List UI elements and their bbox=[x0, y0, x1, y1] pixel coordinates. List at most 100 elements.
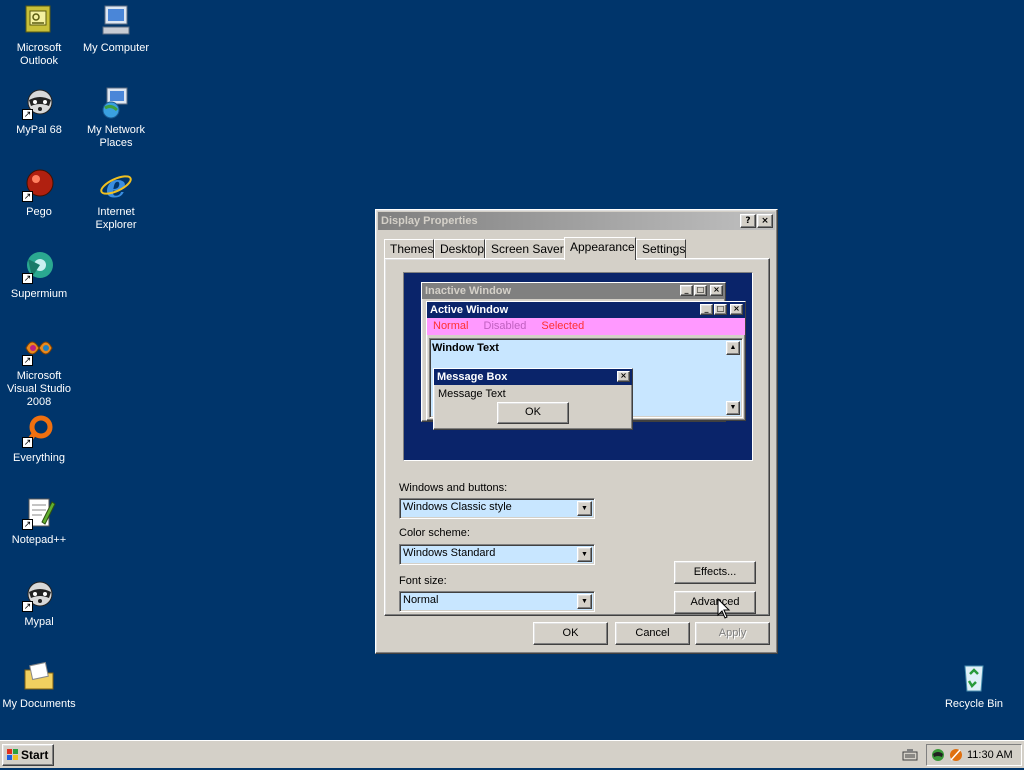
font-size-label: Font size: bbox=[399, 575, 447, 587]
inactive-window-title: Inactive Window bbox=[425, 285, 512, 297]
active-window-caption: Active Window _ □ × bbox=[427, 302, 745, 318]
windows-buttons-select[interactable]: Windows Classic style ▼ bbox=[399, 498, 595, 519]
desktop-icon-label: My Documents bbox=[2, 698, 76, 710]
font-size-select[interactable]: Normal ▼ bbox=[399, 591, 595, 612]
window-text: Window Text bbox=[432, 342, 499, 354]
close-icon: × bbox=[617, 371, 630, 382]
display-properties-dialog: Display Properties ? × Themes Desktop Sc… bbox=[375, 209, 778, 654]
shortcut-arrow-icon: ↗ bbox=[22, 437, 33, 448]
advanced-button[interactable]: Advanced bbox=[674, 591, 756, 614]
desktop-icon-network-places[interactable]: My Network Places bbox=[77, 86, 155, 150]
visual-studio-icon: ↗ bbox=[22, 332, 56, 366]
my-computer-icon bbox=[99, 4, 133, 38]
windows-buttons-label: Windows and buttons: bbox=[399, 482, 508, 494]
recycle-bin-icon bbox=[957, 660, 991, 694]
start-button[interactable]: Start bbox=[2, 744, 54, 766]
start-label: Start bbox=[21, 748, 49, 762]
desktop-icon-label: Microsoft Outlook bbox=[16, 42, 62, 67]
desktop-icon-label: Notepad++ bbox=[11, 534, 67, 546]
shortcut-arrow-icon: ↗ bbox=[22, 191, 33, 202]
outlook-icon bbox=[22, 4, 56, 38]
menu-normal: Normal bbox=[433, 320, 469, 332]
shortcut-arrow-icon: ↗ bbox=[22, 109, 33, 120]
network-tray-icon[interactable] bbox=[947, 747, 963, 763]
desktop-icon-label: Recycle Bin bbox=[944, 698, 1004, 710]
ok-button[interactable]: OK bbox=[533, 622, 608, 645]
dialog-title: Display Properties bbox=[381, 215, 478, 227]
tab-appearance[interactable]: Appearance bbox=[564, 237, 636, 260]
pego-icon: ↗ bbox=[22, 168, 56, 202]
minimize-icon: _ bbox=[700, 304, 713, 315]
desktop-icon-label: MyPal 68 bbox=[16, 124, 62, 136]
windows-logo-icon bbox=[6, 748, 20, 762]
shortcut-arrow-icon: ↗ bbox=[22, 273, 33, 284]
active-window-title: Active Window bbox=[430, 304, 509, 316]
minimize-icon: _ bbox=[680, 285, 693, 296]
message-box-caption: Message Box × bbox=[434, 369, 632, 385]
desktop-icon-recycle-bin[interactable]: Recycle Bin bbox=[935, 660, 1013, 711]
clock[interactable]: 11:30 AM bbox=[967, 745, 1013, 765]
network-globe-icon bbox=[99, 86, 133, 120]
keyboard-icon[interactable] bbox=[902, 748, 918, 762]
desktop-icon-pego[interactable]: ↗ Pego bbox=[0, 168, 78, 219]
message-box-title: Message Box bbox=[437, 371, 508, 383]
appearance-preview: Inactive Window _ □ × Active Window _ □ … bbox=[403, 272, 753, 461]
tab-screen-saver[interactable]: Screen Saver bbox=[485, 239, 565, 259]
dropdown-arrow-icon[interactable]: ▼ bbox=[577, 594, 592, 609]
raccoon-tray-icon[interactable] bbox=[930, 747, 946, 763]
font-size-value: Normal bbox=[403, 594, 439, 606]
inactive-window-caption: Inactive Window _ □ × bbox=[422, 283, 725, 299]
desktop-icon-my-documents[interactable]: My Documents bbox=[0, 660, 78, 711]
color-scheme-label: Color scheme: bbox=[399, 527, 470, 539]
mouse-cursor-icon bbox=[717, 597, 731, 620]
scroll-up-icon: ▲ bbox=[726, 341, 740, 355]
apply-button[interactable]: Apply bbox=[695, 622, 770, 645]
close-icon: × bbox=[710, 285, 723, 296]
folder-icon bbox=[22, 660, 56, 694]
color-scheme-select[interactable]: Windows Standard ▼ bbox=[399, 544, 595, 565]
preview-message-box: Message Box × Message Text OK bbox=[433, 368, 633, 430]
shortcut-arrow-icon: ↗ bbox=[22, 601, 33, 612]
desktop-icon-label: Pego bbox=[26, 206, 52, 218]
taskbar: Start 11:30 AM bbox=[0, 740, 1024, 768]
preview-ok-button: OK bbox=[497, 402, 569, 424]
maximize-icon: □ bbox=[694, 285, 707, 296]
raccoon-icon: ↗ bbox=[22, 578, 56, 612]
scroll-down-icon: ▼ bbox=[726, 401, 740, 415]
svg-text:e: e bbox=[106, 168, 126, 202]
close-button[interactable]: × bbox=[757, 214, 773, 228]
raccoon-icon: ↗ bbox=[22, 86, 56, 120]
desktop-icon-label: My Network Places bbox=[86, 124, 146, 149]
desktop-icon-internet-explorer[interactable]: e Internet Explorer bbox=[77, 167, 155, 232]
desktop-icon-supermium[interactable]: ↗ Supermium bbox=[0, 250, 78, 301]
tab-desktop[interactable]: Desktop bbox=[434, 239, 485, 259]
effects-button[interactable]: Effects... bbox=[674, 561, 756, 584]
close-icon: × bbox=[730, 304, 743, 315]
tab-themes[interactable]: Themes bbox=[384, 239, 434, 259]
help-button[interactable]: ? bbox=[740, 214, 756, 228]
dialog-titlebar[interactable]: Display Properties ? × bbox=[378, 212, 775, 230]
desktop-icon-visual-studio[interactable]: ↗ Microsoft Visual Studio 2008 bbox=[0, 332, 78, 409]
cancel-button[interactable]: Cancel bbox=[615, 622, 690, 645]
shortcut-arrow-icon: ↗ bbox=[22, 519, 33, 530]
dropdown-arrow-icon[interactable]: ▼ bbox=[577, 547, 592, 562]
dropdown-arrow-icon[interactable]: ▼ bbox=[577, 501, 592, 516]
desktop-icon-mypal[interactable]: ↗ Mypal bbox=[0, 578, 78, 629]
desktop-icon-everything[interactable]: ↗ Everything bbox=[0, 414, 78, 465]
menu-disabled: Disabled bbox=[483, 320, 527, 332]
windows-buttons-value: Windows Classic style bbox=[403, 501, 512, 513]
preview-menu-bar: Normal Disabled Selected bbox=[427, 318, 745, 335]
desktop-icon-label: Supermium bbox=[10, 288, 68, 300]
maximize-icon: □ bbox=[714, 304, 727, 315]
desktop-icon-mypal-68[interactable]: ↗ MyPal 68 bbox=[0, 86, 78, 137]
desktop-icon-label: Microsoft Visual Studio 2008 bbox=[6, 370, 71, 408]
desktop-icon-my-computer[interactable]: My Computer bbox=[77, 4, 155, 55]
desktop-icon-notepadpp[interactable]: ↗ Notepad++ bbox=[0, 496, 78, 547]
everything-search-icon: ↗ bbox=[22, 414, 56, 448]
tab-settings[interactable]: Settings bbox=[636, 239, 686, 259]
desktop-icon-label: Internet Explorer bbox=[95, 206, 137, 231]
desktop-icon-label: My Computer bbox=[82, 42, 150, 54]
desktop-icon-outlook[interactable]: Microsoft Outlook bbox=[0, 4, 78, 68]
message-text: Message Text bbox=[438, 388, 506, 400]
supermium-icon: ↗ bbox=[22, 250, 56, 284]
